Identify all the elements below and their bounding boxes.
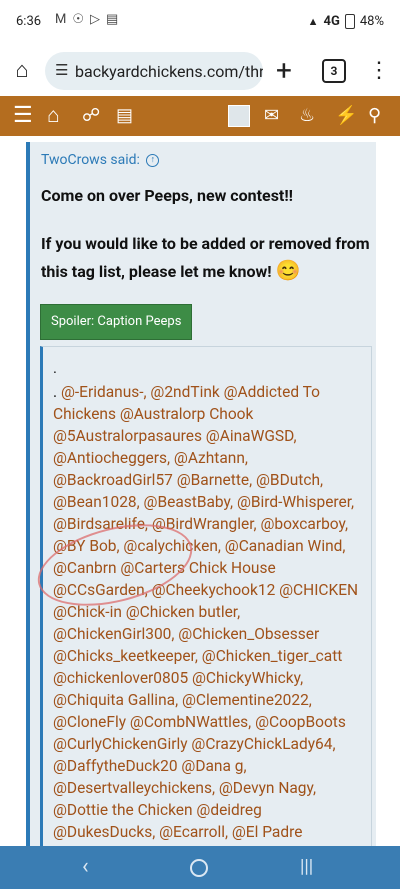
- home-icon[interactable]: ⌂: [47, 103, 60, 129]
- battery-level: 48%: [359, 14, 384, 29]
- quote-line2: If you would like to be added or removed…: [41, 230, 371, 285]
- battery-icon: [344, 14, 355, 29]
- notification-icons: M ☉ ▷ ▤: [55, 12, 118, 27]
- bell-icon[interactable]: ♨: [299, 103, 315, 129]
- quote-author[interactable]: TwoCrows said:: [41, 152, 140, 168]
- system-nav-bar: ‹ |||: [0, 846, 400, 889]
- new-tab-button[interactable]: +: [276, 54, 292, 88]
- cast-icon: ☉: [72, 12, 85, 27]
- search-icon[interactable]: ⚲: [368, 103, 381, 129]
- gmail-icon: M: [55, 12, 67, 27]
- lightning-icon[interactable]: ⚡: [335, 103, 357, 129]
- home-icon[interactable]: ⌂: [9, 58, 35, 84]
- avatar[interactable]: [228, 105, 250, 127]
- site-settings-icon[interactable]: ☰: [55, 61, 68, 79]
- quote-line1: Come on over Peeps, new contest!!: [41, 186, 293, 205]
- address-bar[interactable]: ☰ backyardchickens.com/thre: [45, 52, 263, 90]
- jump-to-quote-icon[interactable]: ↑: [146, 153, 160, 167]
- post-content: TwoCrows said: ↑ Come on over Peeps, new…: [0, 136, 400, 846]
- status-bar: 6:36 M ☉ ▷ ▤ ▲ 4G 48%: [0, 0, 400, 46]
- tag-mentions[interactable]: @-Eridanus-, @2ndTink @Addicted To Chick…: [53, 383, 358, 846]
- recents-icon[interactable]: |||: [300, 854, 313, 880]
- quote-line2-text: If you would like to be added or removed…: [41, 234, 370, 281]
- tag-list-lead: .: [53, 383, 61, 401]
- document-icon[interactable]: ▤: [116, 103, 133, 129]
- status-time: 6:36: [16, 14, 42, 29]
- spoiler-dot: .: [53, 359, 57, 377]
- back-icon[interactable]: ‹: [82, 854, 89, 880]
- spoiler-content: . . @-Eridanus-, @2ndTink @Addicted To C…: [40, 346, 372, 846]
- forum-icon[interactable]: ☍: [82, 103, 100, 129]
- tab-switcher-button[interactable]: 3: [322, 59, 346, 83]
- app-icon: ▤: [106, 12, 119, 27]
- spoiler-button[interactable]: Spoiler: Caption Peeps: [40, 304, 193, 340]
- home-circle-icon[interactable]: [190, 859, 208, 877]
- network-type: 4G: [323, 14, 340, 29]
- system-status: ▲ 4G 48%: [308, 14, 384, 29]
- play-store-icon: ▷: [90, 12, 101, 27]
- hamburger-menu-icon[interactable]: ☰: [13, 103, 33, 129]
- quote-header[interactable]: TwoCrows said: ↑: [41, 152, 160, 168]
- smiley-emoji: 😊: [275, 258, 301, 282]
- url-text: backyardchickens.com/thre: [75, 62, 263, 81]
- tag-list: . @-Eridanus-, @2ndTink @Addicted To Chi…: [53, 381, 363, 846]
- quote-block: TwoCrows said: ↑ Come on over Peeps, new…: [26, 142, 376, 846]
- browser-toolbar: ⌂ ☰ backyardchickens.com/thre + 3 ⋮: [0, 46, 400, 96]
- signal-icon: ▲: [307, 15, 319, 28]
- inbox-icon[interactable]: ✉: [264, 103, 279, 129]
- site-nav-bar: ☰ ⌂ ☍ ▤ ✉ ♨ ⚡ ⚲: [0, 96, 400, 138]
- more-menu-icon[interactable]: ⋮: [368, 56, 390, 86]
